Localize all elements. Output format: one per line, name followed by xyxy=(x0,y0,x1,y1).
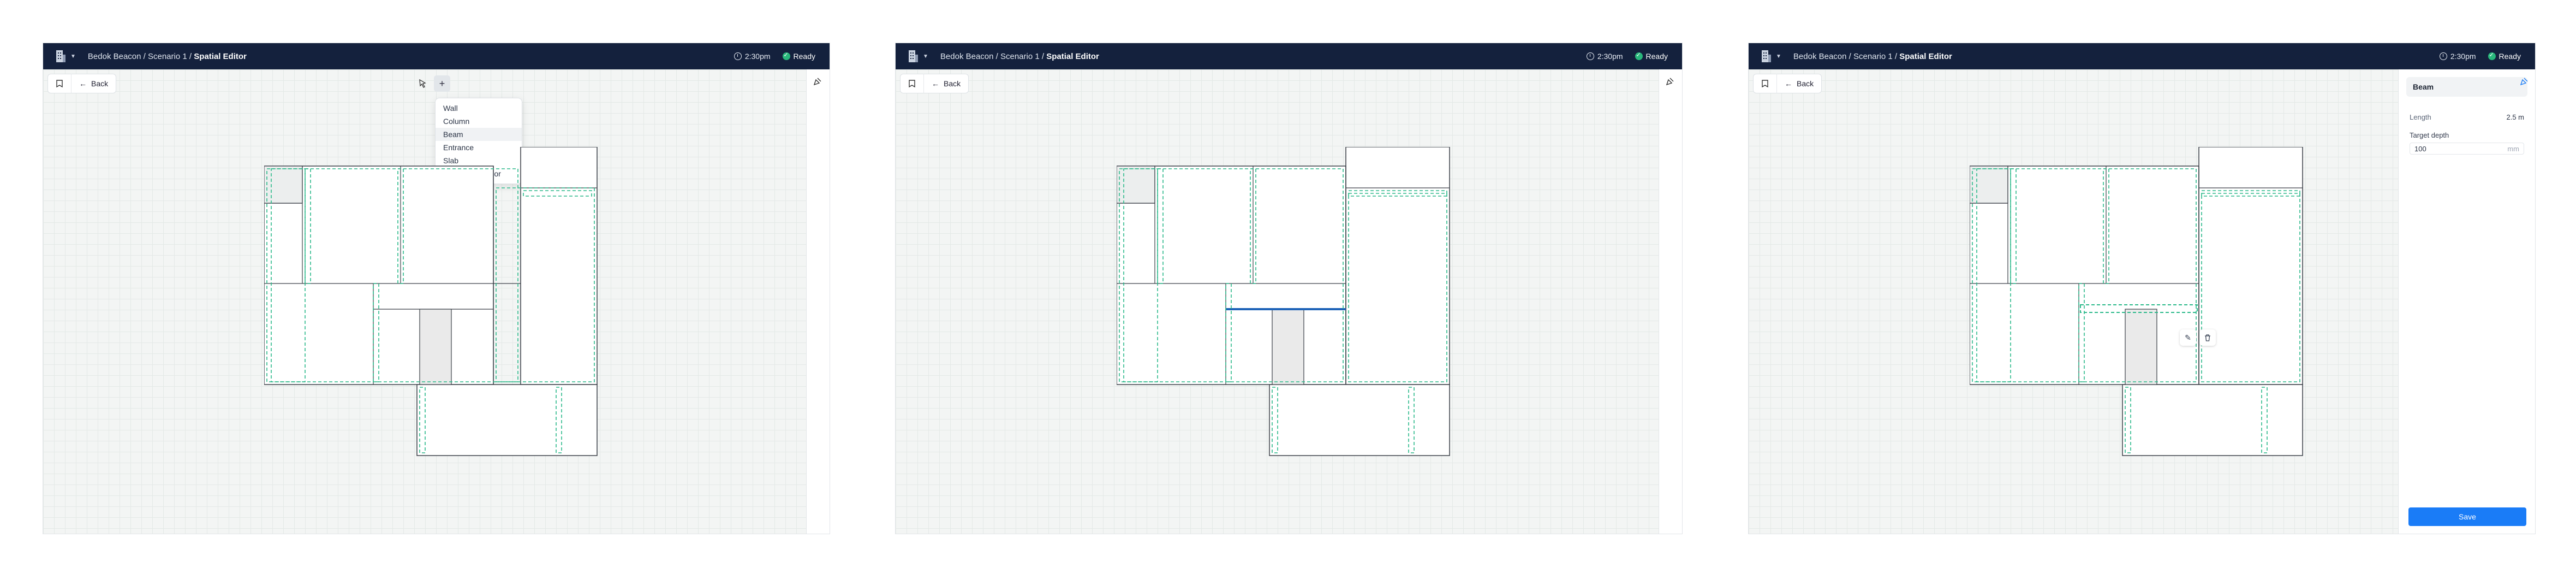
arrow-left-icon: ← xyxy=(79,79,87,88)
breadcrumb: Bedok Beacon / Scenario 1 / Spatial Edit… xyxy=(88,52,247,61)
plus-icon[interactable]: + xyxy=(434,75,450,92)
back-toolbar: ← Back xyxy=(47,74,117,93)
arrow-left-icon: ← xyxy=(932,79,939,88)
back-label: Back xyxy=(944,79,961,88)
target-depth-value: 100 xyxy=(2414,144,2426,153)
building-logo-icon[interactable] xyxy=(908,49,919,63)
edit-icon[interactable]: ✎ xyxy=(2180,329,2196,346)
breadcrumb-current: Spatial Editor xyxy=(1899,51,1952,61)
top-bar: ▼ Bedok Beacon / Scenario 1 / Spatial Ed… xyxy=(896,43,1682,69)
floor-plan[interactable] xyxy=(1970,147,2308,475)
length-label: Length xyxy=(2410,113,2431,121)
check-icon xyxy=(782,51,790,60)
trash-icon[interactable] xyxy=(2199,329,2216,346)
breadcrumb-path[interactable]: Bedok Beacon / Scenario 1 / xyxy=(940,52,1046,61)
save-button[interactable]: Save xyxy=(2408,507,2526,526)
status-badge: Ready xyxy=(2488,51,2521,61)
building-logo-icon[interactable] xyxy=(55,49,66,63)
time-display: 2:30pm xyxy=(1586,52,1623,61)
menu-item-column[interactable]: Column xyxy=(436,115,522,128)
check-icon xyxy=(2488,51,2496,60)
floor-plan[interactable] xyxy=(264,147,603,475)
back-label: Back xyxy=(1797,79,1814,88)
chevron-down-icon[interactable]: ▼ xyxy=(923,54,928,60)
status-text: Ready xyxy=(2499,52,2521,61)
top-bar: ▼ Bedok Beacon / Scenario 1 / Spatial Ed… xyxy=(1749,43,2535,69)
menu-item-wall[interactable]: Wall xyxy=(436,102,522,115)
building-logo-icon[interactable] xyxy=(1761,49,1772,63)
breadcrumb-current: Spatial Editor xyxy=(1046,51,1099,61)
beam-actions: ✎ xyxy=(2180,328,2216,347)
status-text: Ready xyxy=(793,52,815,61)
length-row: Length 2.5 m xyxy=(2410,113,2524,121)
top-bar: ▼ Bedok Beacon / Scenario 1 / Spatial Ed… xyxy=(43,43,830,69)
chevron-down-icon[interactable]: ▼ xyxy=(1776,54,1781,60)
pen-tool-icon[interactable] xyxy=(812,76,823,87)
back-button[interactable]: ← Back xyxy=(1777,79,1821,88)
status-text: Ready xyxy=(1645,52,1668,61)
drawing-tools: + xyxy=(414,74,450,93)
back-toolbar: ← Back xyxy=(900,74,969,93)
pen-tool-icon[interactable] xyxy=(1665,76,1675,87)
back-button[interactable]: ← Back xyxy=(71,79,116,88)
back-toolbar: ← Back xyxy=(1753,74,1822,93)
breadcrumb: Bedok Beacon / Scenario 1 / Spatial Edit… xyxy=(940,52,1099,61)
right-toolbar xyxy=(1659,69,1682,534)
properties-title: Beam xyxy=(2406,77,2527,97)
target-depth-input[interactable]: 100 mm xyxy=(2410,143,2524,155)
arrow-left-icon: ← xyxy=(1785,79,1792,88)
cursor-icon[interactable] xyxy=(414,75,431,92)
back-button[interactable]: ← Back xyxy=(924,79,968,88)
editor-panel-beam-selected: ▼ Bedok Beacon / Scenario 1 / Spatial Ed… xyxy=(1748,43,2536,534)
clock-icon xyxy=(1586,52,1594,60)
target-depth-unit: mm xyxy=(2507,144,2519,153)
time-display: 2:30pm xyxy=(734,52,771,61)
editor-panel-menu: ▼ Bedok Beacon / Scenario 1 / Spatial Ed… xyxy=(43,43,830,534)
status-badge: Ready xyxy=(1635,51,1668,61)
breadcrumb-path[interactable]: Bedok Beacon / Scenario 1 / xyxy=(1793,52,1899,61)
length-value: 2.5 m xyxy=(2506,113,2524,121)
bookmark-icon[interactable] xyxy=(901,74,924,93)
chevron-down-icon[interactable]: ▼ xyxy=(70,54,76,60)
clock-icon xyxy=(2439,52,2447,60)
check-icon xyxy=(1635,51,1643,60)
bookmark-icon[interactable] xyxy=(1754,74,1777,93)
pen-tool-icon[interactable] xyxy=(2519,76,2530,87)
breadcrumb: Bedok Beacon / Scenario 1 / Spatial Edit… xyxy=(1793,52,1952,61)
properties-panel: Beam Length 2.5 m Target depth 100 mm Sa… xyxy=(2398,69,2535,534)
right-toolbar xyxy=(806,69,830,534)
menu-item-beam[interactable]: Beam xyxy=(436,128,522,141)
floor-plan[interactable] xyxy=(1117,147,1455,475)
breadcrumb-path[interactable]: Bedok Beacon / Scenario 1 / xyxy=(88,52,194,61)
time-display: 2:30pm xyxy=(2439,52,2476,61)
clock-icon xyxy=(734,52,742,60)
breadcrumb-current: Spatial Editor xyxy=(194,51,247,61)
time-text: 2:30pm xyxy=(2450,52,2476,61)
time-text: 2:30pm xyxy=(1597,52,1623,61)
status-badge: Ready xyxy=(782,51,815,61)
target-depth-label: Target depth xyxy=(2410,131,2449,139)
time-text: 2:30pm xyxy=(744,52,771,61)
editor-panel-beam-drawn: ▼ Bedok Beacon / Scenario 1 / Spatial Ed… xyxy=(895,43,1683,534)
bookmark-icon[interactable] xyxy=(48,74,71,93)
back-label: Back xyxy=(91,79,109,88)
